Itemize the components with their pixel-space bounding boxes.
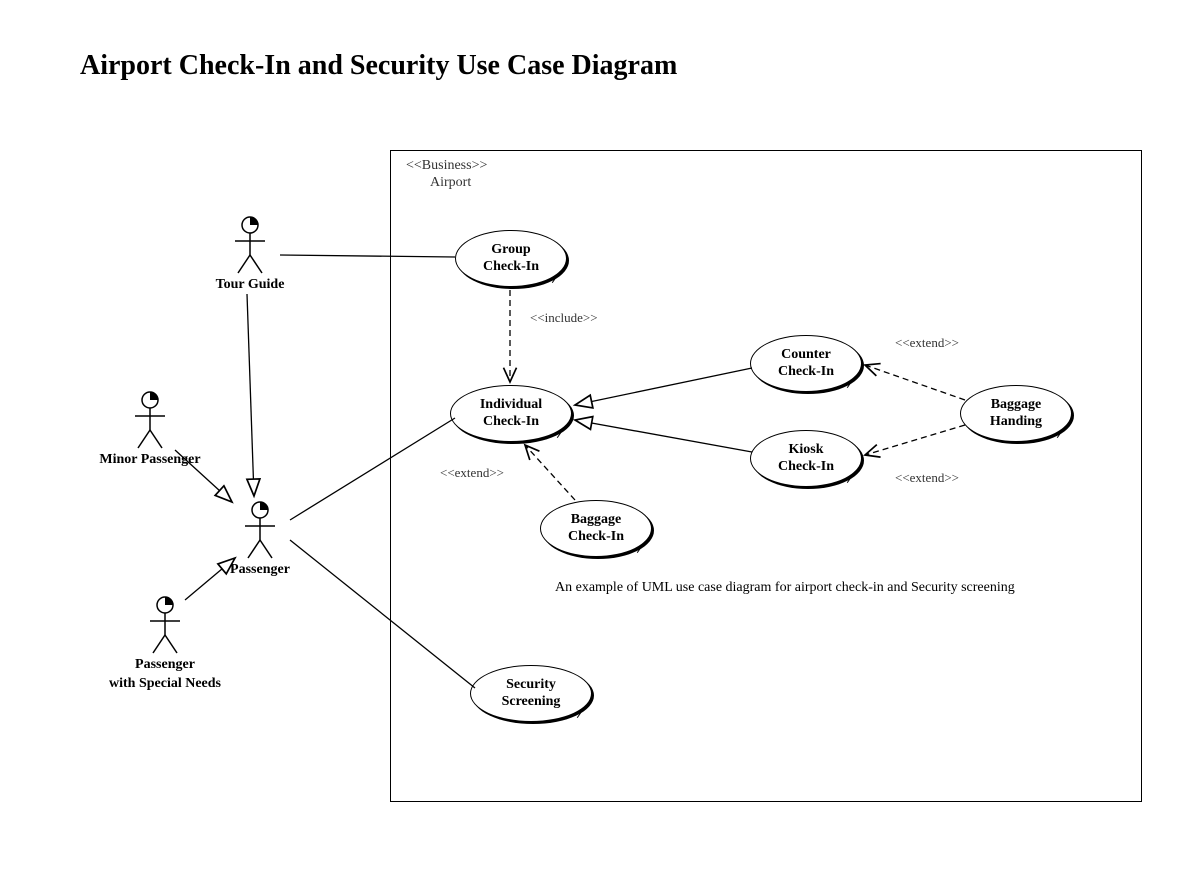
usecase-kiosk-checkin: Kiosk Check-In (750, 430, 862, 487)
usecase-group-checkin: Group Check-In (455, 230, 567, 287)
diagram-title: Airport Check-In and Security Use Case D… (80, 50, 677, 82)
usecase-individual-checkin: Individual Check-In (450, 385, 572, 442)
usecase-individual-checkin-l2: Check-In (480, 414, 542, 431)
diagram-caption: An example of UML use case diagram for a… (555, 580, 1015, 596)
actor-minor-passenger-label: Minor Passenger (85, 452, 215, 469)
usecase-security-screening: Security Screening (470, 665, 592, 722)
actor-pwsn-label-2: with Special Needs (85, 676, 245, 693)
usecase-baggage-checkin: Baggage Check-In (540, 500, 652, 557)
stick-figure-icon (145, 595, 185, 655)
usecase-kiosk-checkin-l1: Kiosk (778, 442, 834, 459)
usecase-baggage-checkin-l1: Baggage (568, 512, 624, 529)
actor-passenger-special-needs: Passenger with Special Needs (85, 595, 245, 693)
usecase-security-screening-l2: Screening (502, 694, 561, 711)
stick-figure-icon (230, 215, 270, 275)
stick-figure-icon (130, 390, 170, 450)
usecase-baggage-checkin-l2: Check-In (568, 529, 624, 546)
usecase-security-screening-l1: Security (502, 677, 561, 694)
rel-extend-label-3: <<extend>> (440, 465, 504, 481)
usecase-kiosk-checkin-l2: Check-In (778, 459, 834, 476)
rel-extend-label-1: <<extend>> (895, 335, 959, 351)
usecase-baggage-handing-l1: Baggage (990, 397, 1042, 414)
actor-passenger: Passenger (210, 500, 310, 579)
rel-include-label: <<include>> (530, 310, 598, 326)
actor-tour-guide: Tour Guide (200, 215, 300, 294)
usecase-baggage-handing-l2: Handing (990, 414, 1042, 431)
system-stereotype: <<Business>> (406, 158, 487, 174)
stick-figure-icon (240, 500, 280, 560)
usecase-counter-checkin-l1: Counter (778, 347, 834, 364)
actor-tour-guide-label: Tour Guide (200, 277, 300, 294)
rel-extend-label-2: <<extend>> (895, 470, 959, 486)
usecase-counter-checkin: Counter Check-In (750, 335, 862, 392)
usecase-counter-checkin-l2: Check-In (778, 364, 834, 381)
usecase-group-checkin-l2: Check-In (483, 259, 539, 276)
usecase-individual-checkin-l1: Individual (480, 397, 542, 414)
usecase-baggage-handing: Baggage Handing (960, 385, 1072, 442)
actor-pwsn-label-1: Passenger (85, 657, 245, 674)
system-name: Airport (430, 175, 471, 191)
actor-minor-passenger: Minor Passenger (85, 390, 215, 469)
actor-passenger-label: Passenger (210, 562, 310, 579)
usecase-group-checkin-l1: Group (483, 242, 539, 259)
